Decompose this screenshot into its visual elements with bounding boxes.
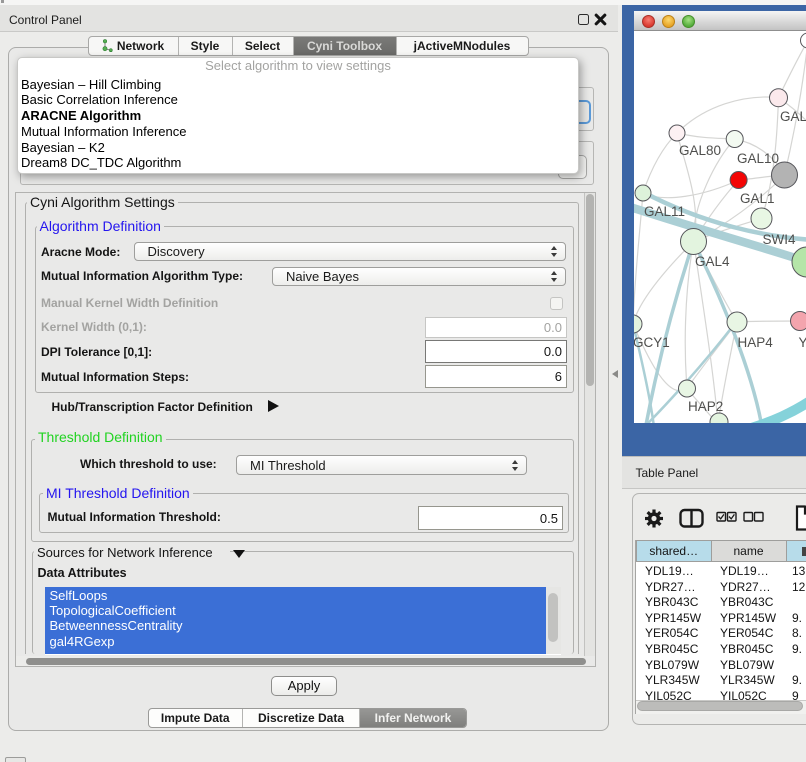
- svg-text:HAP4: HAP4: [738, 335, 774, 350]
- svg-text:GAL10: GAL10: [737, 151, 779, 166]
- svg-text:Y: Y: [799, 335, 806, 350]
- svg-text:GAL4: GAL4: [695, 254, 730, 269]
- svg-text:GCY1: GCY1: [634, 335, 670, 350]
- svg-text:GAL1: GAL1: [740, 191, 775, 206]
- svg-text:GAL11: GAL11: [644, 204, 685, 219]
- svg-text:HAP2: HAP2: [688, 399, 723, 414]
- svg-text:SWI4: SWI4: [763, 232, 796, 247]
- svg-text:GAL80: GAL80: [679, 143, 721, 158]
- svg-text:GAL2: GAL2: [780, 109, 806, 124]
